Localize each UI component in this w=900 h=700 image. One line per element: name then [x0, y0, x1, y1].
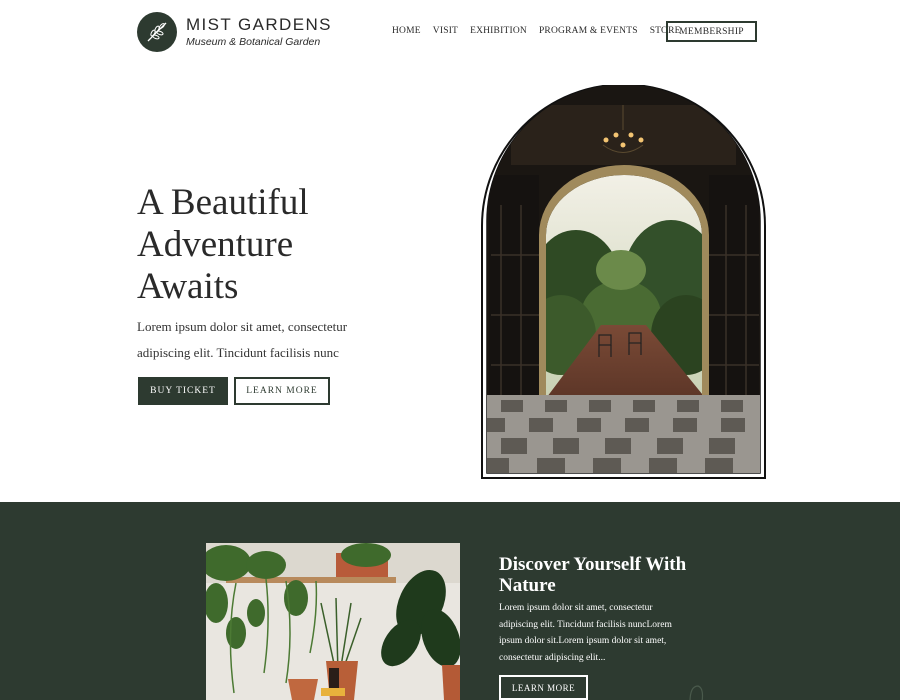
membership-button[interactable]: MEMBERSHIP: [666, 21, 757, 42]
discover-description: Lorem ipsum dolor sit amet, consectetur …: [499, 600, 704, 666]
nav-visit[interactable]: VISIT: [433, 21, 458, 41]
hero-title-line: Awaits: [137, 266, 239, 307]
hero-description: Lorem ipsum dolor sit amet, consectetur …: [137, 314, 367, 366]
logo[interactable]: MIST GARDENS Museum & Botanical Garden: [137, 12, 332, 52]
discover-text-line: consectetur adipiscing elit...: [499, 652, 606, 663]
arched-doorway-garden-photo: [481, 85, 766, 479]
hero-text-line: Lorem ipsum dolor sit amet, consectetur: [137, 319, 348, 334]
discover-text-line: ipsum dolor sit.Lorem ipsum dolor sit am…: [499, 636, 667, 646]
logo-name: MIST GARDENS: [186, 15, 332, 34]
hero-text-line: adipiscing elit. Tincidunt facilisis nun…: [137, 345, 339, 360]
discover-title-line: Discover Yourself With: [499, 554, 687, 575]
potted-plants-shelf-photo: [206, 543, 460, 700]
discover-text-line: adipiscing elit. Tincidunt facilisis nun…: [499, 619, 672, 630]
nav-exhibition[interactable]: EXHIBITION: [470, 21, 527, 41]
logo-subtitle: Museum & Botanical Garden: [186, 36, 321, 48]
buy-ticket-button[interactable]: BUY TICKET: [138, 377, 228, 405]
discover-title-line: Nature: [499, 575, 556, 596]
learn-more-button[interactable]: LEARN MORE: [234, 377, 330, 405]
discover-learn-more-button[interactable]: LEARN MORE: [499, 675, 588, 700]
nav-home[interactable]: HOME: [392, 21, 421, 41]
hero-title-line: A Beautiful: [137, 182, 309, 223]
nav-program-events[interactable]: PROGRAM & EVENTS: [539, 21, 638, 41]
main-nav: HOME VISIT EXHIBITION PROGRAM & EVENTS S…: [392, 21, 693, 41]
hero-title: A Beautiful Adventure Awaits: [137, 182, 417, 308]
logo-text: MIST GARDENS Museum & Botanical Garden: [186, 15, 332, 49]
hero-title-line: Adventure: [137, 224, 294, 265]
discover-text-line: Lorem ipsum dolor sit amet, consectetur: [499, 603, 653, 613]
leaf-sprig-icon: [137, 12, 177, 52]
site-header: MIST GARDENS Museum & Botanical Garden H…: [0, 0, 900, 62]
discover-title: Discover Yourself With Nature: [499, 554, 729, 596]
discover-section: Discover Yourself With Nature Lorem ipsu…: [0, 502, 900, 700]
decorative-leaf-icon: [689, 685, 704, 700]
